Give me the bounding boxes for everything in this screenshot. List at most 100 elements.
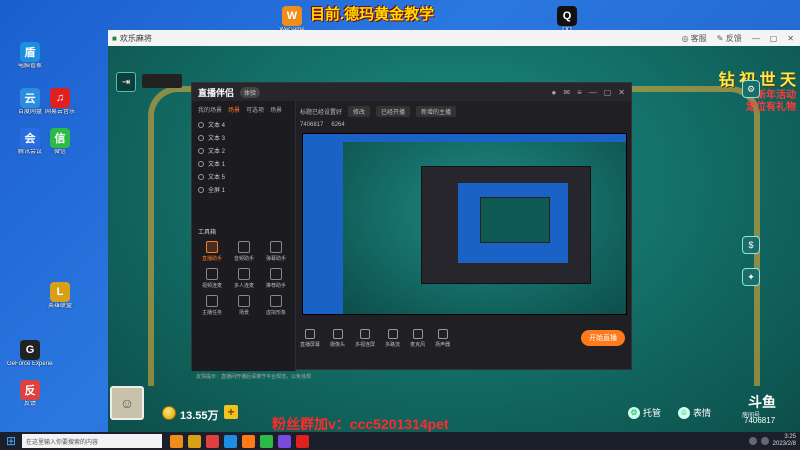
stream-control-button[interactable]: 直播屏幕 (300, 328, 320, 348)
scene-tab[interactable]: 可选项 (246, 105, 264, 114)
source-item[interactable]: 全屏 1 (192, 183, 295, 196)
tool-label: 推荐助手 (265, 283, 286, 289)
stream-control-button[interactable]: 多路流 (385, 328, 400, 348)
taskbar: ⊞ 在这里输入你要搜索的内容 3:25 2023/2/8 (0, 432, 800, 450)
app-icon: 信 (50, 128, 70, 148)
eye-icon[interactable] (198, 160, 204, 167)
menu-icon[interactable]: ≡ (577, 88, 582, 97)
emoji-button[interactable]: ☺ 表情 (678, 406, 711, 419)
source-label: 文本 4 (208, 123, 226, 129)
desktop-icon-label: 电脑管家 (17, 63, 42, 69)
scene-tab[interactable]: 场景 (270, 105, 282, 114)
taskbar-app-icon[interactable] (242, 434, 255, 448)
tool-button[interactable]: 视频连麦 (196, 268, 228, 289)
tool-icon (270, 268, 282, 280)
desktop-icon[interactable]: GGeForce Experience (7, 340, 53, 368)
user-avatar-icon[interactable]: ● (552, 88, 557, 97)
stream-control-button[interactable]: 多视连屏 (355, 328, 375, 348)
control-icon (360, 328, 371, 339)
tool-icon (238, 241, 250, 253)
smiley-icon: ☺ (678, 406, 690, 419)
desktop-icon[interactable]: ♫ 网易云音乐 (38, 88, 82, 116)
eye-icon[interactable] (198, 134, 204, 141)
close-button[interactable]: ✕ (618, 88, 625, 97)
stream-control-button[interactable]: 摄像头 (330, 328, 345, 348)
auto-play-button[interactable]: ⚙ 托管 (628, 406, 661, 419)
desktop-icon[interactable]: 信微信 (38, 128, 82, 156)
taskbar-app-icon[interactable] (224, 434, 237, 448)
task-button[interactable]: ✦ (742, 268, 760, 286)
settings-button[interactable]: ⚙ (742, 80, 760, 98)
scene-tab[interactable]: 场景 (228, 105, 240, 114)
app-icon: Q (557, 6, 577, 26)
start-button[interactable]: ⊞ (0, 432, 22, 450)
scene-tab[interactable]: 我的场景 (198, 105, 222, 114)
control-icon (305, 328, 315, 339)
desktop-icon-label: 微信 (53, 149, 66, 155)
tool-label: 场景 (238, 310, 249, 316)
tool-button[interactable]: 推荐助手 (260, 268, 292, 289)
taskbar-app-icon[interactable] (188, 434, 201, 448)
source-item[interactable]: 文本 2 (192, 144, 295, 157)
source-item[interactable]: 文本 5 (192, 170, 295, 183)
taskbar-app-icon[interactable] (260, 434, 273, 448)
maximize-button[interactable]: ▢ (604, 88, 612, 97)
recharge-button[interactable]: $ (742, 236, 760, 254)
tool-label: 虚拟形象 (265, 310, 286, 316)
tool-icon (270, 295, 282, 307)
start-live-button[interactable]: 开始直播 (581, 330, 625, 346)
room-id-text: 7406817 (300, 122, 324, 128)
stream-control-button[interactable]: 麦克风 (410, 328, 425, 348)
avatar[interactable]: ☺ (110, 386, 144, 420)
tool-button[interactable]: 多人连麦 (228, 268, 260, 289)
tool-label: 主播任务 (201, 310, 222, 316)
desktop-icon[interactable]: 盾电脑管家 (8, 42, 52, 70)
source-item[interactable]: 文本 1 (192, 157, 295, 170)
tool-button[interactable]: 主播任务 (196, 295, 228, 316)
edit-title-button[interactable]: 修改 (348, 105, 371, 117)
avatar-icon: ☺ (119, 395, 135, 411)
close-button[interactable]: ✕ (787, 34, 794, 43)
stream-preview[interactable] (302, 133, 627, 315)
eye-icon[interactable] (198, 173, 204, 180)
stream-info-row: 7406817 6264 (300, 119, 625, 131)
stream-control-button[interactable]: 扬声器 (435, 328, 450, 348)
minimize-button[interactable]: — (589, 88, 597, 97)
eye-icon[interactable] (198, 147, 204, 154)
desktop-icon-label: 反馈 (23, 401, 36, 407)
maximize-button[interactable]: ▢ (770, 34, 778, 43)
message-icon[interactable]: ✉ (563, 88, 570, 97)
new-host-pill[interactable]: 新增的主播 (416, 105, 457, 117)
tool-icon (238, 268, 250, 280)
game-window-title: 欢乐麻将 (119, 33, 152, 43)
mahjong-icon: ■ (112, 33, 117, 43)
tool-button[interactable]: 音频助手 (228, 241, 260, 262)
minimize-button[interactable]: — (752, 34, 760, 43)
source-item[interactable]: 文本 3 (192, 131, 295, 144)
taskbar-search-input[interactable]: 在这里输入你要搜索的内容 (22, 434, 162, 448)
eye-icon[interactable] (198, 121, 204, 128)
service-button[interactable]: ◎ 客服 (682, 33, 707, 44)
robot-icon: ⚙ (628, 406, 640, 419)
app-icon: ♫ (50, 88, 70, 108)
desktop-icon[interactable]: L 英雄联盟 (38, 282, 82, 310)
stream-app-window: 直播伴侣 体验 ● ✉ ≡ — ▢ ✕ 我的场景 场景 可选项 场景 文本 4 文本 3… (191, 82, 632, 380)
exit-room-button[interactable]: ⇥ (116, 72, 136, 92)
taskbar-app-icon[interactable] (170, 434, 183, 448)
feedback-button[interactable]: ✎ 反馈 (717, 33, 742, 44)
tool-button[interactable]: 场景 (228, 295, 260, 316)
taskbar-app-icon[interactable] (296, 434, 309, 448)
tool-button[interactable]: 弹幕助手 (260, 241, 292, 262)
volume-icon[interactable] (760, 437, 769, 445)
taskbar-app-icon[interactable] (206, 434, 219, 448)
clock[interactable]: 3:25 2023/2/8 (773, 434, 796, 448)
source-item[interactable]: 文本 4 (192, 118, 295, 131)
tool-button[interactable]: 直播助手 (196, 241, 228, 262)
tool-button[interactable]: 虚拟形象 (260, 295, 292, 316)
task-icon: ✦ (747, 271, 755, 282)
add-coins-button[interactable]: + (224, 405, 238, 419)
desktop-icon[interactable]: 反反馈 (8, 380, 52, 408)
taskbar-app-icon[interactable] (278, 434, 291, 448)
network-icon[interactable] (748, 437, 757, 445)
eye-icon[interactable] (198, 186, 204, 193)
